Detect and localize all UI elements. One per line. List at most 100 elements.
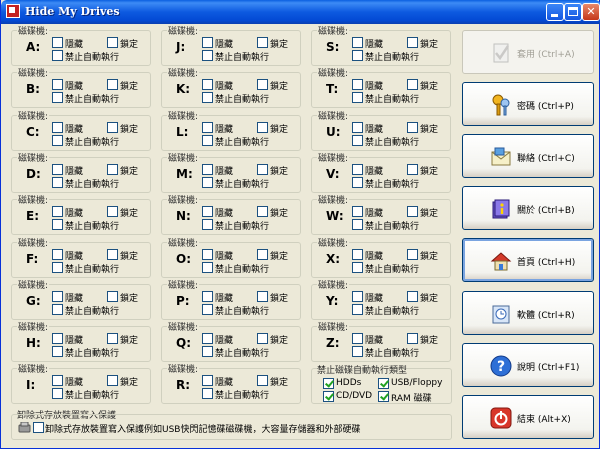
noautorun-checkbox-f[interactable] [52, 262, 63, 273]
noautorun-checkbox-t[interactable] [352, 92, 363, 103]
close-button[interactable]: ✕ [582, 3, 600, 21]
noautorun-checkbox-e[interactable] [52, 219, 63, 230]
lock-checkbox-w[interactable] [407, 206, 418, 217]
cd-dvd-checkbox[interactable] [323, 391, 334, 402]
noautorun-checkbox-b[interactable] [52, 92, 63, 103]
button-label: 套用 (Ctrl+A) [517, 50, 575, 60]
lock-checkbox-h[interactable] [107, 333, 118, 344]
lock-checkbox-z[interactable] [407, 333, 418, 344]
hide-checkbox-x[interactable] [352, 249, 363, 260]
envelope-button[interactable]: 聯絡 (Ctrl+C) [462, 134, 594, 179]
hide-checkbox-m[interactable] [202, 164, 213, 175]
noautorun-checkbox-p[interactable] [202, 304, 213, 315]
drive-group-title: 磁碟機: [17, 278, 50, 291]
lock-checkbox-t[interactable] [407, 79, 418, 90]
noautorun-checkbox-j[interactable] [202, 50, 213, 61]
hide-checkbox-h[interactable] [52, 333, 63, 344]
noautorun-checkbox-c[interactable] [52, 135, 63, 146]
lock-checkbox-c[interactable] [107, 122, 118, 133]
noautorun-checkbox-l[interactable] [202, 135, 213, 146]
lock-checkbox-j[interactable] [257, 37, 268, 48]
hide-checkbox-f[interactable] [52, 249, 63, 260]
exit-button[interactable]: 結束 (Alt+X) [462, 394, 594, 439]
hide-checkbox-r[interactable] [202, 375, 213, 386]
noautorun-label: 禁止自動執行 [65, 138, 120, 148]
hide-checkbox-b[interactable] [52, 79, 63, 90]
noautorun-checkbox-u[interactable] [352, 135, 363, 146]
noautorun-checkbox-v[interactable] [352, 177, 363, 188]
home-button[interactable]: 首頁 (Ctrl+H) [462, 238, 594, 283]
lock-checkbox-n[interactable] [257, 206, 268, 217]
noautorun-checkbox-o[interactable] [202, 262, 213, 273]
hide-checkbox-v[interactable] [352, 164, 363, 175]
software-box-button[interactable]: 軟體 (Ctrl+R) [462, 290, 594, 335]
lock-checkbox-s[interactable] [407, 37, 418, 48]
lock-checkbox-o[interactable] [257, 249, 268, 260]
noautorun-checkbox-a[interactable] [52, 50, 63, 61]
hide-checkbox-e[interactable] [52, 206, 63, 217]
hide-checkbox-j[interactable] [202, 37, 213, 48]
ram-disk-checkbox[interactable] [378, 391, 389, 402]
noautorun-checkbox-z[interactable] [352, 346, 363, 357]
noautorun-checkbox-i[interactable] [52, 388, 63, 399]
info-book-button[interactable]: 關於 (Ctrl+B) [462, 186, 594, 231]
lock-checkbox-g[interactable] [107, 291, 118, 302]
lock-checkbox-p[interactable] [257, 291, 268, 302]
lock-checkbox-f[interactable] [107, 249, 118, 260]
usb-floppy-checkbox[interactable] [378, 378, 389, 389]
noautorun-checkbox-n[interactable] [202, 219, 213, 230]
lock-checkbox-b[interactable] [107, 79, 118, 90]
hide-checkbox-o[interactable] [202, 249, 213, 260]
hide-checkbox-p[interactable] [202, 291, 213, 302]
lock-checkbox-a[interactable] [107, 37, 118, 48]
noautorun-checkbox-g[interactable] [52, 304, 63, 315]
title-bar[interactable]: Hide My Drives ✕ [1, 0, 600, 24]
hide-checkbox-i[interactable] [52, 375, 63, 386]
hide-checkbox-t[interactable] [352, 79, 363, 90]
hide-checkbox-l[interactable] [202, 122, 213, 133]
hide-checkbox-q[interactable] [202, 333, 213, 344]
hide-checkbox-s[interactable] [352, 37, 363, 48]
button-label: 軟體 (Ctrl+R) [517, 310, 575, 321]
noautorun-checkbox-m[interactable] [202, 177, 213, 188]
hide-label: 隱藏 [365, 294, 384, 304]
noautorun-checkbox-q[interactable] [202, 346, 213, 357]
noautorun-checkbox-h[interactable] [52, 346, 63, 357]
lock-checkbox-y[interactable] [407, 291, 418, 302]
hide-checkbox-g[interactable] [52, 291, 63, 302]
lock-checkbox-m[interactable] [257, 164, 268, 175]
hdds-checkbox[interactable] [323, 378, 334, 389]
hide-checkbox-z[interactable] [352, 333, 363, 344]
lock-checkbox-e[interactable] [107, 206, 118, 217]
minimize-button[interactable] [546, 3, 564, 21]
noautorun-checkbox-y[interactable] [352, 304, 363, 315]
hide-checkbox-u[interactable] [352, 122, 363, 133]
hide-checkbox-w[interactable] [352, 206, 363, 217]
noautorun-checkbox-w[interactable] [352, 219, 363, 230]
hide-checkbox-d[interactable] [52, 164, 63, 175]
hide-checkbox-k[interactable] [202, 79, 213, 90]
lock-checkbox-i[interactable] [107, 375, 118, 386]
lock-checkbox-u[interactable] [407, 122, 418, 133]
noautorun-checkbox-r[interactable] [202, 388, 213, 399]
write-protect-checkbox[interactable] [33, 422, 44, 433]
lock-checkbox-x[interactable] [407, 249, 418, 260]
keys-button[interactable]: 密碼 (Ctrl+P) [462, 82, 594, 127]
lock-checkbox-l[interactable] [257, 122, 268, 133]
lock-checkbox-q[interactable] [257, 333, 268, 344]
lock-checkbox-k[interactable] [257, 79, 268, 90]
checklist-button[interactable]: 套用 (Ctrl+A) [462, 30, 594, 74]
lock-checkbox-v[interactable] [407, 164, 418, 175]
noautorun-checkbox-k[interactable] [202, 92, 213, 103]
noautorun-checkbox-s[interactable] [352, 50, 363, 61]
hide-checkbox-c[interactable] [52, 122, 63, 133]
noautorun-checkbox-d[interactable] [52, 177, 63, 188]
hide-checkbox-y[interactable] [352, 291, 363, 302]
hide-checkbox-a[interactable] [52, 37, 63, 48]
noautorun-checkbox-x[interactable] [352, 262, 363, 273]
help-button[interactable]: ? 說明 (Ctrl+F1) [462, 342, 594, 387]
maximize-button[interactable] [564, 3, 582, 21]
hide-checkbox-n[interactable] [202, 206, 213, 217]
lock-checkbox-d[interactable] [107, 164, 118, 175]
lock-checkbox-r[interactable] [257, 375, 268, 386]
